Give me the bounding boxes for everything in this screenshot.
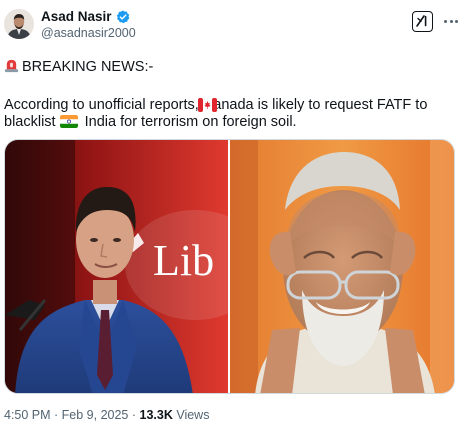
tweet-text-line3a: blacklist: [4, 114, 60, 130]
author-row: Asad Nasir: [41, 9, 130, 25]
tweet-media[interactable]: Lib: [4, 139, 455, 394]
media-photo-right[interactable]: [230, 140, 454, 393]
views-label: Views: [172, 408, 210, 422]
verified-badge-icon: [116, 10, 130, 24]
views-count: 13.3K: [139, 408, 173, 422]
police-light-emoji: [4, 58, 19, 79]
india-flag-emoji: [59, 115, 78, 134]
more-options-icon[interactable]: [441, 13, 461, 29]
tweet-line-3: blacklist India for terrorism on foreign…: [4, 113, 297, 134]
avatar[interactable]: [4, 9, 34, 39]
banner-text: Lib: [153, 236, 214, 285]
tweet-card: Asad Nasir @asadnasir2000 BREAKING NEWS:…: [0, 0, 470, 433]
tweet-line-1: BREAKING NEWS:-: [4, 58, 153, 79]
media-photo-left[interactable]: Lib: [5, 140, 228, 393]
tweet-text-line3b: India for terrorism on foreign soil.: [80, 114, 297, 130]
author-handle[interactable]: @asadnasir2000: [41, 26, 136, 41]
breaking-news-text: BREAKING NEWS:-: [22, 59, 154, 75]
tweet-timestamp[interactable]: 4:50 PM · Feb 9, 2025 ·: [4, 408, 140, 422]
tweet-meta: 4:50 PM · Feb 9, 2025 · 13.3K Views: [4, 407, 209, 423]
grok-icon[interactable]: [412, 11, 433, 32]
author-name[interactable]: Asad Nasir: [41, 9, 112, 25]
